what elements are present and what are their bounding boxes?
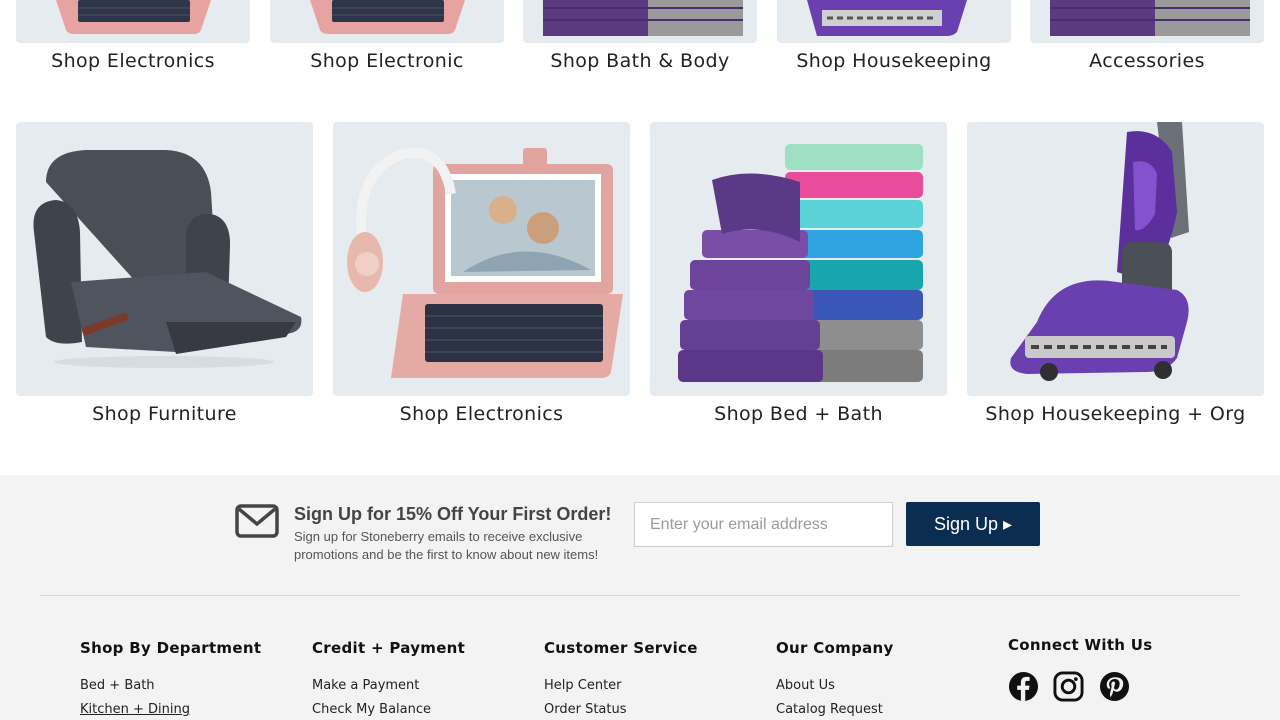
social-title: Connect With Us: [1008, 636, 1153, 654]
footer-link[interactable]: Make a Payment: [312, 677, 465, 701]
footer-column-department: Shop By Department Bed + Bath Kitchen + …: [80, 639, 261, 720]
footer-link[interactable]: Catalog Request: [776, 701, 894, 720]
site-footer: Sign Up for 15% Off Your First Order! Si…: [0, 475, 1280, 720]
footer-link[interactable]: Help Center: [544, 677, 698, 701]
footer-link[interactable]: About Us: [776, 677, 894, 701]
laptop-image: [310, 0, 465, 34]
footer-link[interactable]: Check My Balance: [312, 701, 465, 720]
towels-image: [543, 0, 743, 36]
category-tile-bath-body[interactable]: [523, 0, 757, 43]
towels-stack-image: [678, 144, 923, 382]
footer-link[interactable]: Bed + Bath: [80, 677, 261, 701]
category-label: Accessories: [1089, 50, 1205, 72]
footer-column-customer-service: Customer Service Help Center Order Statu…: [544, 639, 698, 720]
facebook-icon[interactable]: [1008, 671, 1039, 702]
category-tile-electronics[interactable]: [16, 0, 250, 43]
top-category-row: Shop Electronics Shop Electronic Shop Ba…: [0, 0, 1280, 90]
instagram-icon[interactable]: [1053, 671, 1084, 702]
footer-column-title: Customer Service: [544, 639, 698, 657]
footer-column-title: Shop By Department: [80, 639, 262, 657]
email-field[interactable]: [634, 502, 893, 547]
category-label: Shop Electronics: [399, 403, 564, 425]
vacuum-image: [807, 0, 967, 36]
category-tile-electronics[interactable]: [333, 122, 630, 396]
category-label: Shop Housekeeping: [796, 50, 992, 72]
footer-link[interactable]: Kitchen + Dining: [80, 701, 261, 720]
category-label: Shop Bath & Body: [550, 50, 730, 72]
footer-column-title: Our Company: [776, 639, 894, 657]
signup-description: Sign up for Stoneberry emails to receive…: [294, 529, 599, 562]
category-label: Shop Electronic: [310, 50, 464, 72]
category-tile-furniture[interactable]: [16, 122, 313, 396]
footer-column-title: Credit + Payment: [312, 639, 466, 657]
footer-link[interactable]: Order Status: [544, 701, 698, 720]
category-label: Shop Housekeeping + Org: [985, 403, 1246, 425]
category-label: Shop Furniture: [92, 403, 237, 425]
category-tile-housekeeping[interactable]: [777, 0, 1011, 43]
towels-image: [1050, 0, 1250, 36]
sign-up-button[interactable]: Sign Up ▸: [906, 502, 1040, 546]
pinterest-icon[interactable]: [1099, 671, 1130, 702]
category-tile-bed-bath[interactable]: [650, 122, 947, 396]
envelope-icon: [235, 504, 279, 538]
category-tile-housekeeping-org[interactable]: [967, 122, 1264, 396]
tablet-keyboard-image: [347, 147, 623, 378]
footer-column-our-company: Our Company About Us Catalog Request: [776, 639, 894, 720]
vacuum-image: [1010, 122, 1189, 381]
laptop-image: [56, 0, 211, 34]
footer-divider: [40, 595, 1240, 596]
footer-column-credit-payment: Credit + Payment Make a Payment Check My…: [312, 639, 465, 720]
category-label: Shop Electronics: [51, 50, 215, 72]
category-tile-electronic[interactable]: [270, 0, 504, 43]
signup-title: Sign Up for 15% Off Your First Order!: [294, 504, 612, 524]
category-label: Shop Bed + Bath: [714, 403, 883, 425]
recliner-image: [33, 150, 302, 368]
category-tile-accessories[interactable]: [1030, 0, 1264, 43]
